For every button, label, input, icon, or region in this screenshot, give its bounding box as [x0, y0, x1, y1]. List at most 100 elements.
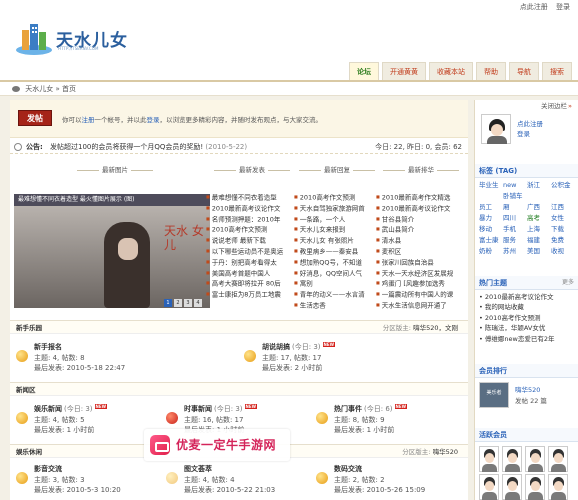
- tag-link[interactable]: 收视: [551, 246, 575, 257]
- list-item[interactable]: 生活恋香: [294, 300, 380, 311]
- avatar[interactable]: [525, 446, 545, 472]
- tag-link[interactable]: 上海: [527, 224, 551, 235]
- list-item[interactable]: 2010最新高考作文精选: [376, 192, 466, 203]
- list-item[interactable]: 名师预测押题：2010年: [206, 214, 298, 225]
- welcome-register-link[interactable]: 注册: [82, 116, 95, 124]
- list-item[interactable]: 2010最新高考议论作文: [206, 203, 298, 214]
- tag-link[interactable]: 苏州: [503, 246, 527, 257]
- list-item[interactable]: 武山县简介: [376, 224, 466, 235]
- tag-link[interactable]: 富士康: [479, 235, 503, 246]
- photo-page-4[interactable]: 4: [194, 299, 202, 307]
- tag-link[interactable]: 下载: [551, 224, 575, 235]
- list-item[interactable]: 于丹：别把高考看得太: [206, 257, 298, 268]
- forum-last-post[interactable]: 最后发表: 1 小时前: [334, 425, 394, 435]
- photo-caption[interactable]: 最难想懂不同衣着造型 最火懂图片展示 (图): [14, 194, 210, 206]
- tag-link[interactable]: 毕业生: [479, 180, 503, 191]
- forum-hot-events[interactable]: 热门事件 (今日: 6) NEW 主题: 8, 帖数: 9 最后发表: 1 小时前: [310, 398, 460, 442]
- photo-slideshow[interactable]: 天水 女 儿 最难想懂不同衣着造型 最火懂图片展示 (图) 1234: [14, 194, 210, 308]
- forum-name-text[interactable]: 时事新闻: [184, 405, 212, 413]
- forum-name-text[interactable]: 热门事件: [334, 405, 362, 413]
- tag-link[interactable]: new: [503, 180, 527, 191]
- list-item[interactable]: 麦积区: [376, 246, 466, 257]
- avatar[interactable]: [502, 474, 522, 500]
- list-item[interactable]: 说说老师 最新下载: [206, 235, 298, 246]
- list-item[interactable]: 寓别: [294, 278, 380, 289]
- new-post-button[interactable]: 发帖: [18, 110, 52, 126]
- list-item[interactable]: 教里病乡——秦安县: [294, 246, 380, 257]
- list-item[interactable]: 天水自驾独家旅游网首: [294, 203, 380, 214]
- list-item[interactable]: 想加熟QQ号，不知道: [294, 257, 380, 268]
- nav-tab-forum[interactable]: 论坛: [349, 62, 379, 80]
- nav-tab-search[interactable]: 搜索: [542, 62, 572, 80]
- sidebar-login-link[interactable]: 登录: [517, 128, 530, 138]
- forum-name[interactable]: 娱乐新闻 (今日: 3) NEW: [34, 404, 107, 414]
- forum-name[interactable]: 数码交流: [334, 464, 362, 474]
- forum-last-post[interactable]: 最后发表: 2010-5-3 10:20: [34, 485, 121, 495]
- list-item[interactable]: 青年的动义——水言清: [294, 289, 380, 300]
- forum-last-post[interactable]: 最后发表: 2010-5-22 21:03: [184, 485, 275, 495]
- tag-link[interactable]: 暴力: [479, 213, 503, 224]
- forum-ent-news[interactable]: 娱乐新闻 (今日: 3) NEW 主题: 4, 帖数: 5 最后发表: 1 小时前: [10, 398, 160, 442]
- tag-link[interactable]: 高考: [527, 213, 551, 224]
- forum-name-text[interactable]: 数码交流: [334, 465, 362, 473]
- nav-tab-bookmark[interactable]: 收藏本站: [429, 62, 473, 80]
- list-item[interactable]: 高考大赛即将拉开 80后: [206, 278, 298, 289]
- avatar[interactable]: [525, 474, 545, 500]
- list-item[interactable]: 以下哪些运动员不是奥运: [206, 246, 298, 257]
- member-avatar[interactable]: 美乐者: [479, 382, 509, 408]
- hot-topic-title[interactable]: 2010高考作文预测: [485, 314, 541, 322]
- list-item[interactable]: 清水县: [376, 235, 466, 246]
- member-name-link[interactable]: 嗨华520: [515, 384, 540, 394]
- forum-last-post[interactable]: 最后发表: 2010-5-26 15:09: [334, 485, 425, 495]
- forum-pictures[interactable]: 图文荟萃 主题: 4, 帖数: 4 最后发表: 2010-5-22 21:03: [160, 458, 310, 500]
- nav-tab-open[interactable]: 开通黄黄: [382, 62, 426, 80]
- register-link[interactable]: 点此注册: [520, 3, 548, 11]
- list-item[interactable]: 好消息，QQ空间人气: [294, 268, 380, 279]
- avatar[interactable]: [548, 446, 568, 472]
- hot-topic-title[interactable]: 我的网站收藏: [485, 303, 524, 311]
- tag-link[interactable]: 卧铺车厢: [503, 191, 527, 211]
- list-item[interactable]: 一条路，一个人: [294, 214, 380, 225]
- list-item[interactable]: 2010高考作文预测: [294, 192, 380, 203]
- tag-link[interactable]: 移动: [479, 224, 503, 235]
- list-item[interactable]: 天水一天水经济区发展规: [376, 268, 466, 279]
- forum-name[interactable]: 时事新闻 (今日: 3) NEW: [184, 404, 257, 414]
- announcement-link[interactable]: 发帖超过100的会员将获得一个月QQ会员的奖励!: [50, 143, 203, 151]
- forum-chat[interactable]: 胡说胡搞 (今日: 3) NEW 主题: 17, 帖数: 17 最后发表: 2 小时…: [238, 336, 388, 380]
- close-sidebar-button[interactable]: 关闭边栏: [541, 100, 572, 110]
- list-item[interactable]: 天水生活信息网开通了: [376, 300, 466, 311]
- forum-last-post[interactable]: 最后发表: 2 小时前: [262, 363, 322, 373]
- tag-link[interactable]: 员工: [479, 202, 503, 213]
- forum-av[interactable]: 影音交流 主题: 3, 帖数: 3 最后发表: 2010-5-3 10:20: [10, 458, 160, 500]
- hot-topic-title[interactable]: 2010最新高考议论作文: [485, 293, 554, 301]
- login-link[interactable]: 登录: [556, 3, 570, 11]
- list-item[interactable]: 天水儿女来报到: [294, 224, 380, 235]
- list-item[interactable]: 一篇震动所有中国人的课: [376, 289, 466, 300]
- forum-name-text[interactable]: 新手报名: [34, 343, 62, 351]
- forum-digital[interactable]: 数码交流 主题: 2, 帖数: 2 最后发表: 2010-5-26 15:09: [310, 458, 460, 500]
- tag-link[interactable]: 福建: [527, 235, 551, 246]
- list-item[interactable]: 甘谷县简介: [376, 214, 466, 225]
- avatar[interactable]: [479, 474, 499, 500]
- nav-tab-guide[interactable]: 导航: [509, 62, 539, 80]
- list-item[interactable]: 美国高考首题中国人: [206, 268, 298, 279]
- forum-last-post[interactable]: 最后发表: 2010-5-18 22:47: [34, 363, 125, 373]
- tag-link[interactable]: 江西: [551, 202, 575, 213]
- avatar[interactable]: [502, 446, 522, 472]
- hot-topic-title[interactable]: 傅维娜new恋爱已有2年: [485, 335, 555, 343]
- avatar[interactable]: [479, 446, 499, 472]
- list-item[interactable]: • 我的网站收藏: [479, 302, 577, 312]
- forum-name-text[interactable]: 影音交流: [34, 465, 62, 473]
- list-item[interactable]: 2010高考作文预测: [206, 224, 298, 235]
- photo-page-3[interactable]: 3: [184, 299, 192, 307]
- list-item[interactable]: 最难想懂不同衣着造型: [206, 192, 298, 203]
- forum-name-text[interactable]: 娱乐新闻: [34, 405, 62, 413]
- hot-topic-title[interactable]: 陈瑞法，华颖AV女优: [485, 324, 545, 332]
- forum-last-post[interactable]: 最后发表: 1 小时前: [34, 425, 94, 435]
- tag-link[interactable]: 免费: [551, 235, 575, 246]
- forum-name-text[interactable]: 胡说胡搞: [262, 343, 290, 351]
- tag-link[interactable]: 浙江: [527, 180, 551, 191]
- tag-link[interactable]: 手机: [503, 224, 527, 235]
- photo-page-2[interactable]: 2: [174, 299, 182, 307]
- list-item[interactable]: 天水儿女 有张照片: [294, 235, 380, 246]
